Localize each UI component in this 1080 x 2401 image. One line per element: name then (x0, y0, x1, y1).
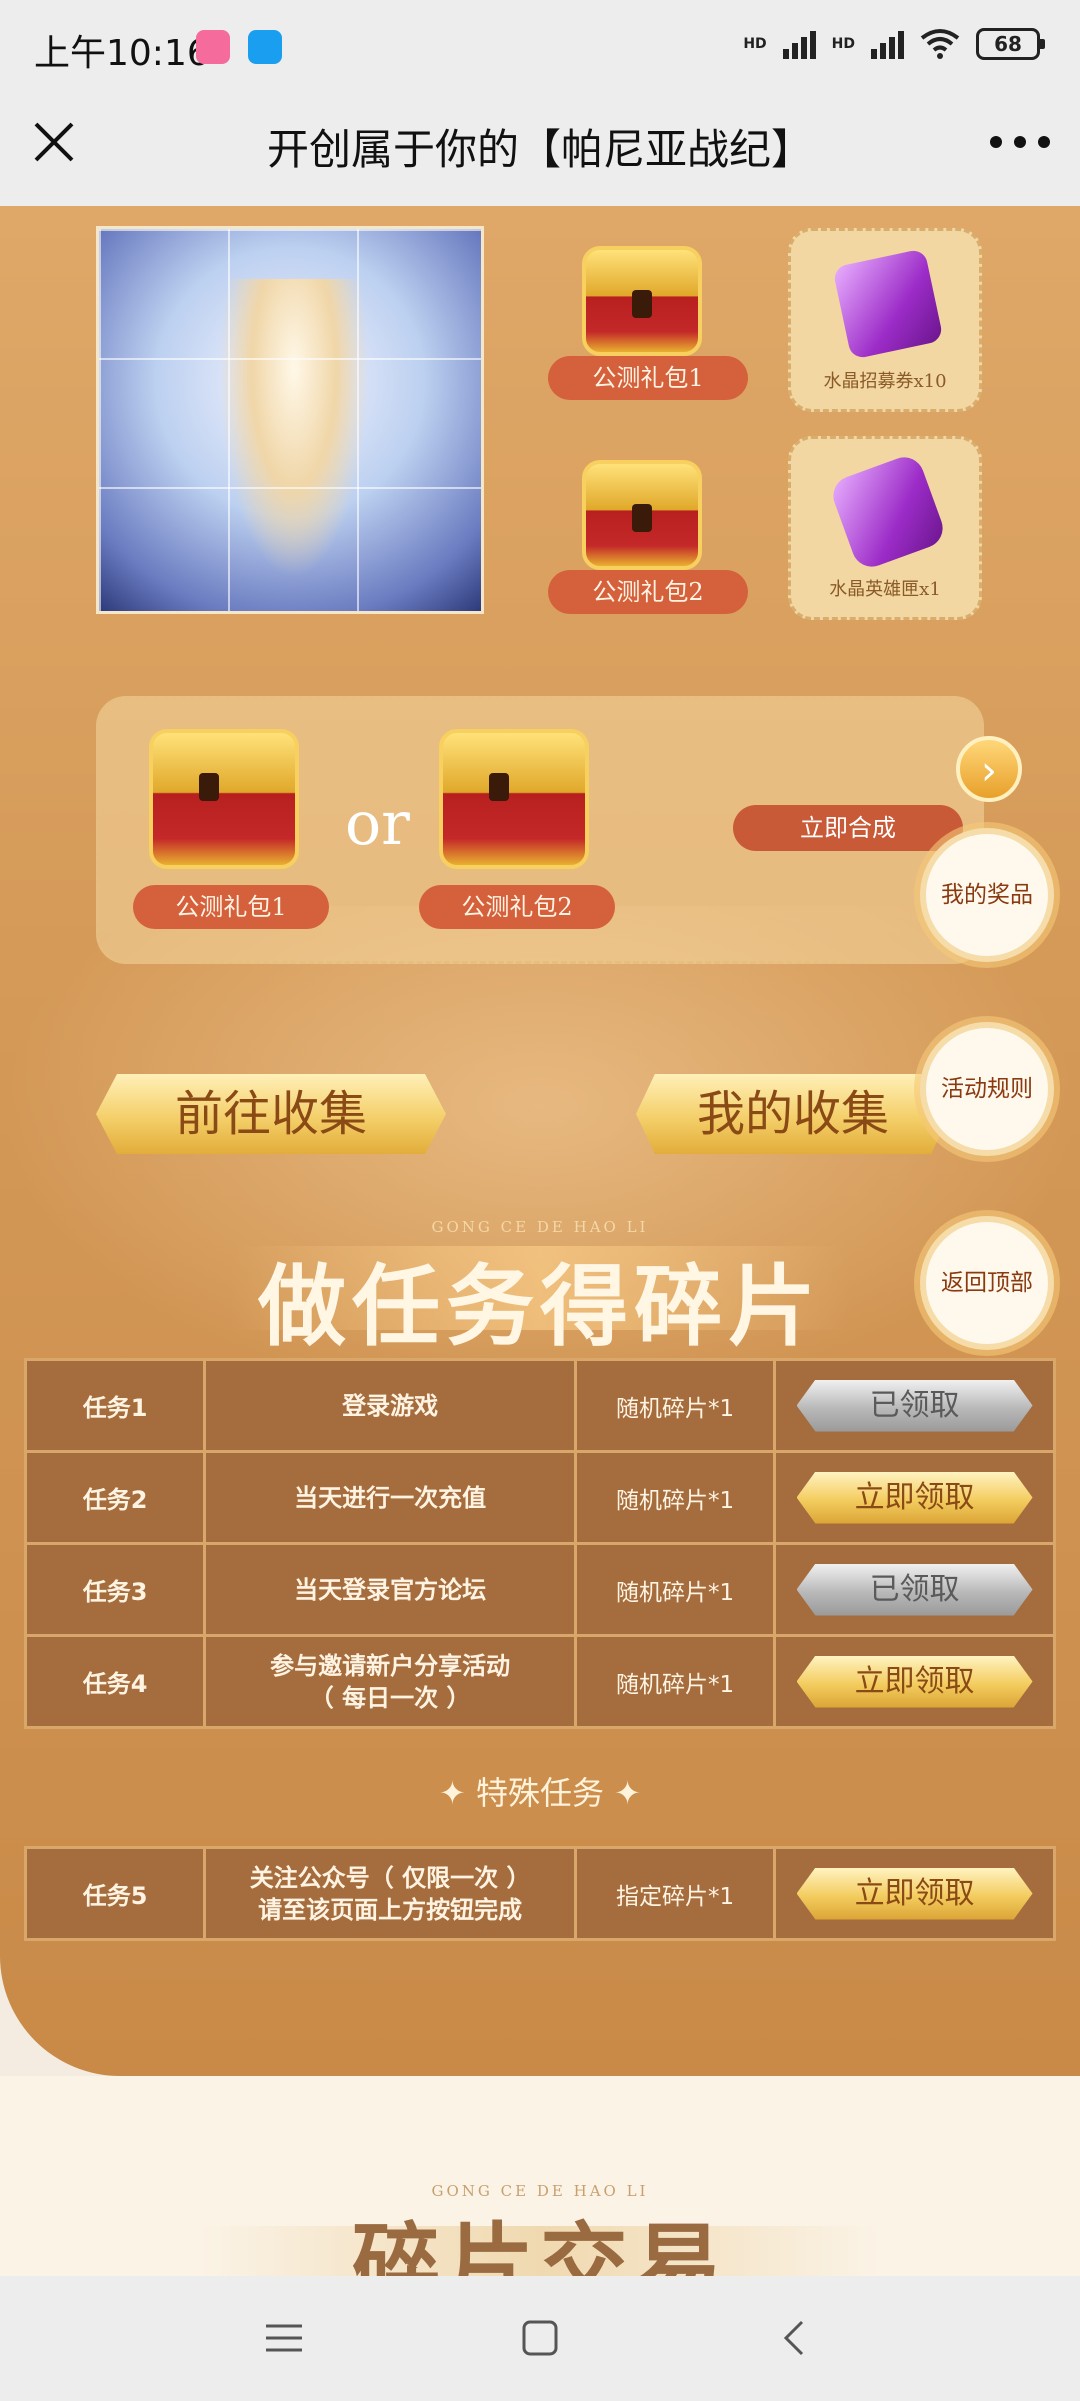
task-desc-line-2: 请至该页面上方按钮完成 (258, 1895, 523, 1924)
menu-icon[interactable] (262, 2316, 306, 2360)
claimed-button[interactable]: 已领取 (796, 1379, 1033, 1432)
battery-indicator: 68 (976, 28, 1045, 60)
activity-rules-button[interactable]: 活动规则 (920, 1022, 1054, 1156)
back-to-top-button[interactable]: 返回顶部 (920, 1216, 1054, 1350)
table-row: 任务1 登录游戏 随机碎片*1 已领取 (23, 1358, 1056, 1453)
synthesis-panel: 公测礼包1 or 公测礼包2 立即合成 (96, 696, 984, 964)
task-id: 任务5 (23, 1846, 207, 1941)
table-row: 任务3 当天登录官方论坛 随机碎片*1 已领取 (23, 1542, 1056, 1637)
status-time: 上午10:16 (34, 33, 210, 74)
task-action-cell: 立即领取 (773, 1634, 1056, 1729)
fragment-trade-section: GONG CE DE HAO LI 碎片交易 (0, 2076, 1080, 2276)
section-2-title: 碎片交易 (351, 2212, 728, 2276)
claim-now-button[interactable]: 立即领取 (796, 1867, 1033, 1920)
gift-chest-icon (439, 729, 589, 869)
hero-box-icon (827, 451, 949, 573)
bilibili-app-icon (196, 30, 230, 64)
recruit-ticket-caption: 水晶招募券x10 (823, 371, 947, 392)
task-id: 任务4 (23, 1634, 207, 1729)
synthesize-button[interactable]: 立即合成 (733, 805, 963, 851)
back-icon[interactable] (774, 2316, 818, 2360)
hero-puzzle-image (96, 226, 484, 614)
task-desc: 登录游戏 (203, 1358, 577, 1453)
hero-box-caption: 水晶英雄匣x1 (829, 579, 941, 600)
table-row: 任务5 关注公众号（ 仅限一次 ） 请至该页面上方按钮完成 指定碎片*1 立即领取 (23, 1846, 1056, 1941)
task-id: 任务2 (23, 1450, 207, 1545)
nav-bar: 开创属于你的【帕尼亚战纪】 (0, 96, 1080, 206)
or-label: or (345, 789, 410, 859)
claim-now-button[interactable]: 立即领取 (796, 1471, 1033, 1524)
signal-icon-1 (782, 29, 816, 59)
more-options-icon[interactable] (990, 118, 1050, 166)
page-title: 开创属于你的【帕尼亚战纪】 (266, 125, 813, 174)
task-desc-line-1: 参与邀请新户分享活动 (270, 1651, 511, 1680)
gift-pack-1-label: 公测礼包1 (548, 356, 748, 400)
task-desc: 当天进行一次充值 (203, 1450, 577, 1545)
my-prizes-button[interactable]: 我的奖品 (920, 828, 1054, 962)
reward-card-hero-box: 水晶英雄匣x1 (788, 436, 982, 620)
task-reward: 指定碎片*1 (573, 1846, 777, 1941)
home-icon[interactable] (518, 2316, 562, 2360)
upload-app-icon (248, 30, 282, 64)
task-reward: 随机碎片*1 (573, 1450, 777, 1545)
task-desc: 当天登录官方论坛 (203, 1542, 577, 1637)
gift-pack-2-label: 公测礼包2 (548, 570, 748, 614)
task-table: 任务1 登录游戏 随机碎片*1 已领取 任务2 当天进行一次充值 随机碎片*1 … (23, 1358, 1056, 1729)
task-id: 任务1 (23, 1358, 207, 1453)
task-action-cell: 立即领取 (773, 1450, 1056, 1545)
wifi-icon (920, 29, 960, 59)
table-row: 任务4 参与邀请新户分享活动 （ 每日一次 ） 随机碎片*1 立即领取 (23, 1634, 1056, 1729)
task-action-cell: 立即领取 (773, 1846, 1056, 1941)
activity-main: 公测礼包1 水晶招募券x10 公测礼包2 水晶英雄匣x1 公测礼包1 or 公测… (0, 206, 1080, 2076)
task-desc-line-1: 关注公众号（ 仅限一次 ） (249, 1863, 531, 1892)
claimed-button[interactable]: 已领取 (796, 1563, 1033, 1616)
task-reward: 随机碎片*1 (573, 1634, 777, 1729)
status-bar: 上午10:16 HD HD 68 (0, 0, 1080, 96)
status-right: HD HD 68 (743, 28, 1045, 60)
chevron-right-icon[interactable]: › (956, 736, 1022, 802)
task-reward: 随机碎片*1 (573, 1358, 777, 1453)
reward-card-recruit-ticket: 水晶招募券x10 (788, 228, 982, 412)
special-task-heading: ✦ 特殊任务 ✦ (439, 1774, 641, 1812)
signal-hd-label-2: HD (831, 36, 855, 52)
task-desc: 关注公众号（ 仅限一次 ） 请至该页面上方按钮完成 (203, 1846, 577, 1941)
signal-hd-label-1: HD (743, 36, 767, 52)
gift-chest-icon (582, 460, 702, 570)
combo-pack-1-label: 公测礼包1 (133, 885, 329, 929)
gift-chest-icon (582, 246, 702, 356)
task-id: 任务3 (23, 1542, 207, 1637)
table-row: 任务2 当天进行一次充值 随机碎片*1 立即领取 (23, 1450, 1056, 1545)
section-1-title: 做任务得碎片 (257, 1254, 822, 1358)
recruit-ticket-icon (832, 248, 944, 360)
task-desc: 参与邀请新户分享活动 （ 每日一次 ） (203, 1634, 577, 1729)
section-1-subtitle: GONG CE DE HAO LI (431, 1218, 649, 1236)
task-desc-line-2: （ 每日一次 ） (309, 1683, 471, 1712)
go-collect-button[interactable]: 前往收集 (96, 1074, 446, 1154)
signal-icon-2 (871, 29, 904, 59)
special-task-table: 任务5 关注公众号（ 仅限一次 ） 请至该页面上方按钮完成 指定碎片*1 立即领取 (23, 1846, 1056, 1941)
claim-now-button[interactable]: 立即领取 (796, 1655, 1033, 1708)
gift-chest-icon (149, 729, 299, 869)
system-nav-bar (0, 2276, 1080, 2401)
combo-pack-2-label: 公测礼包2 (419, 885, 615, 929)
task-action-cell: 已领取 (773, 1542, 1056, 1637)
task-action-cell: 已领取 (773, 1358, 1056, 1453)
my-collection-button[interactable]: 我的收集 (636, 1074, 950, 1154)
task-reward: 随机碎片*1 (573, 1542, 777, 1637)
